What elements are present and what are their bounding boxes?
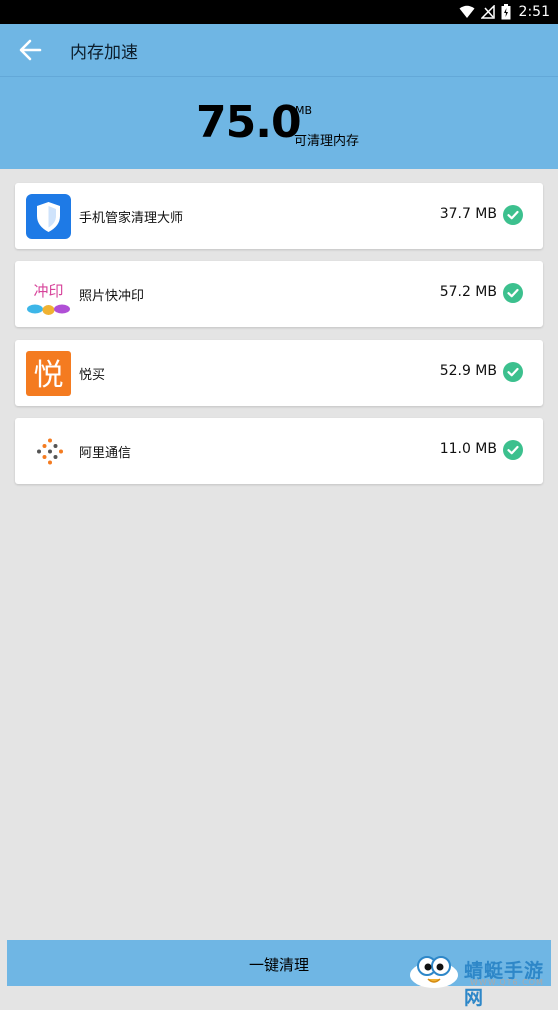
status-bar: 2:51 bbox=[0, 0, 558, 24]
cleanable-memory-caption: 可清理内存 bbox=[294, 134, 360, 149]
app-memory-size: 52.9 MB bbox=[439, 363, 497, 379]
app-name: 手机管家清理大师 bbox=[79, 211, 184, 226]
arrow-left-icon bbox=[19, 39, 42, 61]
dragonfly-mascot-icon bbox=[410, 956, 458, 988]
shield-app-icon bbox=[26, 194, 71, 239]
app-bar: 内存加速 bbox=[0, 24, 558, 76]
app-name: 悦买 bbox=[79, 368, 106, 383]
check-circle-icon[interactable] bbox=[503, 440, 523, 460]
yuemai-app-icon: 悦 bbox=[26, 351, 71, 396]
yuemai-logo-text: 悦 bbox=[34, 358, 64, 393]
status-time: 2:51 bbox=[518, 4, 550, 20]
app-memory-size: 57.2 MB bbox=[439, 284, 497, 300]
app-list-item[interactable]: 悦 悦买 52.9 MB bbox=[15, 340, 543, 406]
app-list-item[interactable]: 阿里通信 11.0 MB bbox=[15, 418, 543, 484]
app-name: 阿里通信 bbox=[79, 446, 132, 461]
signal-icon bbox=[480, 5, 495, 19]
photo-app-logo-text: 冲印 bbox=[33, 282, 63, 300]
back-button[interactable] bbox=[16, 36, 46, 64]
watermark: 蜻蜓手游网 WWW.QT6.COM bbox=[408, 950, 556, 1009]
cleanable-memory-unit: MB bbox=[295, 104, 313, 117]
status-icons: 2:51 bbox=[459, 2, 550, 22]
check-circle-icon[interactable] bbox=[503, 283, 523, 303]
watermark-url: WWW.QT6.COM bbox=[470, 978, 544, 987]
photo-print-app-icon: 冲印 bbox=[26, 272, 71, 317]
app-list-item[interactable]: 手机管家清理大师 37.7 MB bbox=[15, 183, 543, 249]
ali-comm-app-icon bbox=[26, 429, 71, 474]
wifi-icon bbox=[459, 5, 475, 18]
app-memory-size: 37.7 MB bbox=[439, 206, 497, 222]
app-name: 照片快冲印 bbox=[79, 289, 145, 304]
check-circle-icon[interactable] bbox=[503, 205, 523, 225]
page-title: 内存加速 bbox=[70, 43, 138, 63]
app-list-item[interactable]: 冲印 照片快冲印 57.2 MB bbox=[15, 261, 543, 327]
memory-summary: 75.0 MB 可清理内存 bbox=[0, 76, 558, 169]
app-memory-size: 11.0 MB bbox=[439, 441, 497, 457]
battery-icon bbox=[501, 4, 511, 20]
cleanable-memory-value: 75.0 bbox=[196, 97, 302, 148]
check-circle-icon[interactable] bbox=[503, 362, 523, 382]
